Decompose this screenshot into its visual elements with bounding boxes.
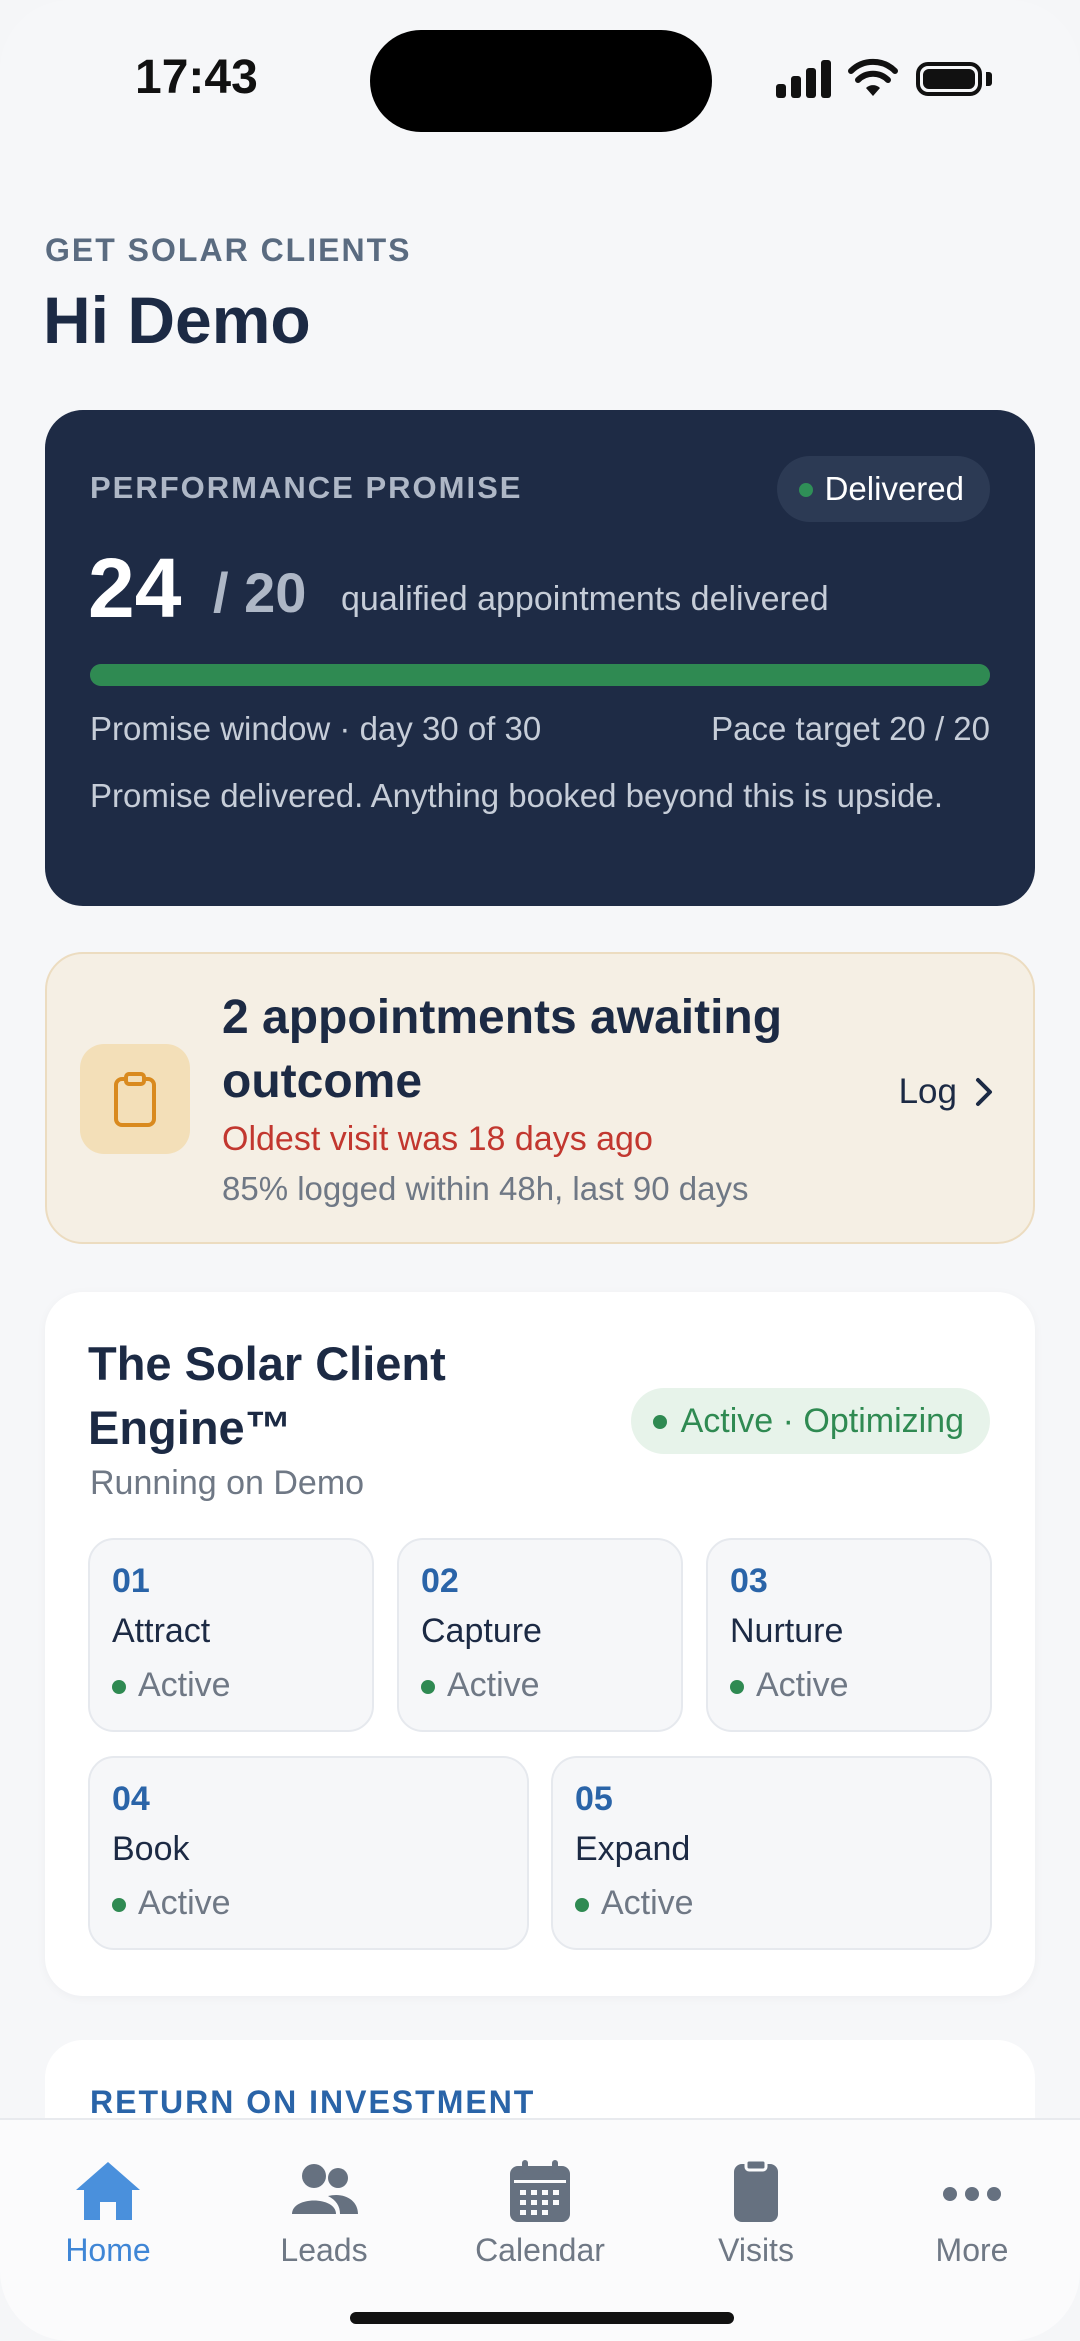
stage-status: Active [756, 1666, 849, 1704]
tab-label: Visits [718, 2232, 794, 2268]
status-badge-label: Delivered [824, 470, 964, 507]
cellular-signal-icon [776, 58, 832, 98]
stage-nurture[interactable]: 03 Nurture Active [706, 1538, 992, 1732]
people-icon [292, 2164, 358, 2214]
stage-number: 02 [421, 1562, 459, 1600]
promise-note: Promise delivered. Anything booked beyon… [90, 777, 944, 814]
status-bar: 17:43 [0, 0, 1080, 150]
stage-number: 05 [575, 1780, 613, 1818]
home-icon [76, 2162, 140, 2220]
stage-book[interactable]: 04 Book Active [88, 1756, 529, 1950]
stage-number: 01 [112, 1562, 150, 1600]
engine-status-badge: Active · Optimizing [630, 1388, 990, 1454]
stage-name: Attract [112, 1612, 211, 1650]
performance-promise-card[interactable]: PERFORMANCE PROMISE Delivered 24 / 20 qu… [45, 410, 1035, 906]
battery-icon [916, 62, 982, 96]
more-icon [943, 2187, 1001, 2201]
engine-subtitle: Running on Demo [90, 1464, 365, 1502]
clipboard-icon [80, 1044, 190, 1154]
status-dot-icon [652, 1415, 667, 1429]
stage-status: Active [138, 1884, 231, 1922]
stage-number: 04 [112, 1780, 150, 1818]
log-button[interactable]: Log [899, 1072, 993, 1112]
solar-client-engine-card[interactable]: The Solar Client Engine™ Running on Demo… [45, 1292, 1035, 1996]
chevron-right-icon [976, 1078, 992, 1106]
stage-status: Active [138, 1666, 231, 1704]
page-title: Hi Demo [43, 283, 311, 357]
stage-number: 03 [730, 1562, 768, 1600]
dynamic-island [370, 30, 712, 132]
tab-label: Calendar [475, 2232, 605, 2268]
awaiting-outcome-card[interactable]: 2 appointments awaiting outcome Oldest v… [45, 952, 1035, 1244]
target-count: / 20 [213, 561, 307, 624]
log-button-label: Log [898, 1072, 957, 1111]
stage-status: Active [601, 1884, 694, 1922]
delivered-count: 24 [88, 541, 182, 635]
roi-label: RETURN ON INVESTMENT [90, 2084, 536, 2120]
clipboard-icon [734, 2158, 778, 2222]
stage-expand[interactable]: 05 Expand Active [551, 1756, 992, 1950]
stage-name: Capture [421, 1612, 542, 1650]
app-eyebrow: GET SOLAR CLIENTS [45, 232, 412, 268]
promise-progress-fill [90, 664, 990, 686]
status-badge: Delivered [776, 456, 990, 522]
status-dot-icon [575, 1898, 589, 1912]
engine-status-label: Active · Optimizing [680, 1402, 964, 1440]
pace-target: Pace target 20 / 20 [711, 710, 990, 747]
phone-screen: 17:43 GET SOLAR CLIENTS Hi Demo PERFORMA… [0, 0, 1080, 2341]
home-indicator[interactable] [350, 2312, 734, 2324]
status-dot-icon [730, 1680, 744, 1694]
stage-name: Book [112, 1830, 190, 1868]
stage-capture[interactable]: 02 Capture Active [397, 1538, 683, 1732]
stage-attract[interactable]: 01 Attract Active [88, 1538, 374, 1732]
status-time: 17:43 [135, 51, 258, 104]
calendar-icon [510, 2160, 570, 2222]
tab-label: Home [65, 2232, 151, 2268]
stage-name: Expand [575, 1830, 691, 1868]
promise-window: Promise window · day 30 of 30 [90, 710, 542, 747]
tab-label: More [935, 2232, 1009, 2268]
promise-progress-bar [90, 664, 990, 686]
logging-stat: 85% logged within 48h, last 90 days [222, 1170, 749, 1207]
status-dot-icon [112, 1680, 126, 1694]
promise-description: qualified appointments delivered [341, 580, 829, 618]
engine-title: The Solar Client Engine™ [88, 1337, 446, 1454]
promise-label: PERFORMANCE PROMISE [90, 470, 523, 505]
stage-status: Active [447, 1666, 540, 1704]
wifi-icon [848, 58, 898, 103]
stage-name: Nurture [730, 1612, 844, 1650]
status-dot-icon [421, 1680, 435, 1694]
status-dot-icon [112, 1898, 126, 1912]
tab-label: Leads [280, 2232, 368, 2268]
status-dot-icon [798, 483, 813, 497]
tab-bar: Home Leads Calendar Visits More [0, 2118, 1080, 2341]
awaiting-title: 2 appointments awaiting outcome [222, 991, 783, 1108]
oldest-visit-warning: Oldest visit was 18 days ago [222, 1120, 653, 1158]
